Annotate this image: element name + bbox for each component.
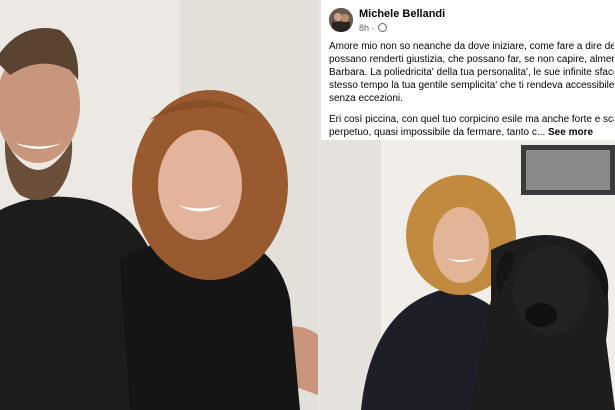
couple-photo-illustration bbox=[0, 0, 318, 410]
post-meta: 8h · bbox=[359, 23, 388, 33]
text-line: possano renderti giustizia, che possano … bbox=[329, 54, 614, 65]
text-line: stesso tempo la tua gentile semplicita' … bbox=[329, 80, 614, 91]
left-photo bbox=[0, 0, 318, 410]
text-line: Barbara. La poliedricita' della tua pers… bbox=[329, 67, 614, 78]
text-line: senza eccezioni. bbox=[329, 93, 403, 104]
post-paragraph-1: Amore mio non so neanche da dove iniziar… bbox=[329, 40, 614, 105]
post-header: Michele Bellandi 8h · bbox=[329, 6, 614, 36]
post-paragraph-2: Eri così piccina, con quel tuo corpicino… bbox=[329, 113, 614, 139]
post-photo[interactable] bbox=[321, 140, 615, 410]
author-name[interactable]: Michele Bellandi bbox=[359, 8, 445, 20]
see-more-link[interactable]: See more bbox=[548, 127, 593, 138]
text-line: Amore mio non so neanche da dove iniziar… bbox=[329, 41, 614, 52]
avatar-image bbox=[329, 8, 353, 32]
text-line: Eri così piccina, con quel tuo corpicino… bbox=[329, 114, 614, 125]
post-time[interactable]: 8h bbox=[359, 23, 369, 33]
text-line-content: perpetuo, quasi impossibile da fermare, … bbox=[329, 127, 546, 138]
woman-with-dog-illustration bbox=[321, 140, 615, 410]
text-line: perpetuo, quasi impossibile da fermare, … bbox=[329, 126, 614, 139]
meta-separator: · bbox=[371, 23, 375, 33]
author-avatar[interactable] bbox=[329, 8, 353, 32]
post-text: Amore mio non so neanche da dove iniziar… bbox=[329, 40, 614, 147]
globe-icon bbox=[378, 23, 388, 32]
